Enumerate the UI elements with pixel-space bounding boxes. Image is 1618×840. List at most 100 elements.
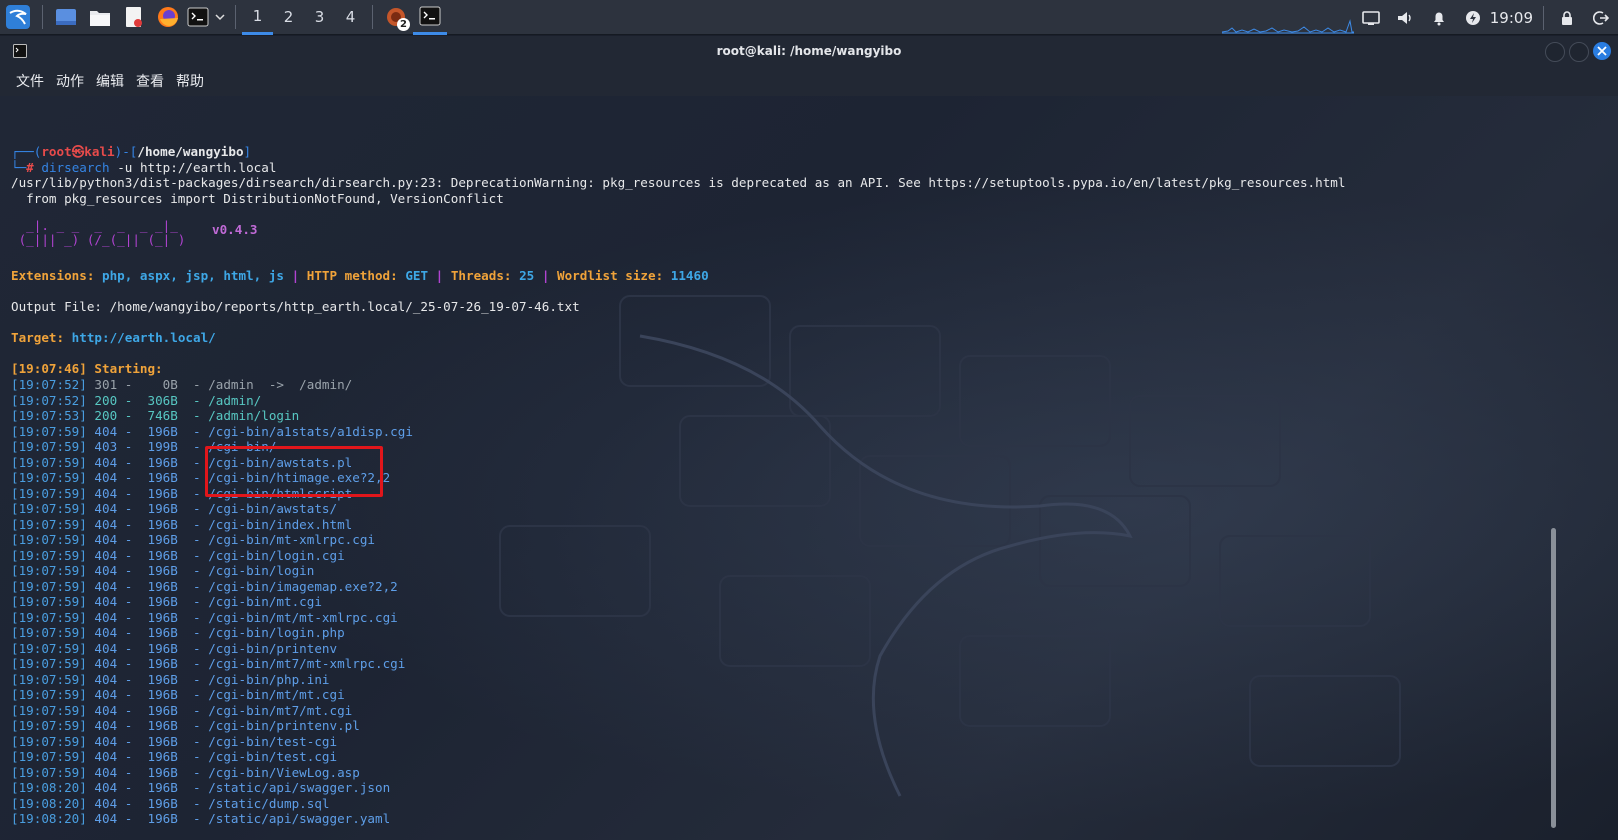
- menu-actions[interactable]: 动作: [56, 71, 84, 91]
- menu-file[interactable]: 文件: [16, 71, 44, 91]
- config-threads: 25: [519, 268, 535, 283]
- result-dash: -: [117, 795, 140, 811]
- workspace-1[interactable]: 1: [242, 0, 273, 35]
- result-time: [19:07:59]: [11, 501, 87, 516]
- result-path: /cgi-bin/printenv.pl: [208, 718, 360, 733]
- result-code: 404: [94, 764, 118, 780]
- result-dash: -: [117, 656, 140, 671]
- result-dash: -: [117, 377, 140, 392]
- result-dash: -: [177, 640, 209, 656]
- result-row: [19:08:20] 404 - 196B - /static/dump.sql: [11, 796, 330, 812]
- result-size: 196B: [139, 563, 178, 578]
- maximize-button[interactable]: [1569, 42, 1589, 62]
- result-dash: -: [177, 578, 209, 594]
- result-dash: -: [117, 532, 140, 547]
- result-time: [19:07:59]: [11, 609, 87, 625]
- result-dash: -: [177, 377, 209, 392]
- result-size: 196B: [139, 532, 178, 547]
- result-row: [19:07:59] 404 - 196B - /cgi-bin/mt-xmlr…: [11, 532, 375, 548]
- result-time: [19:07:59]: [11, 733, 87, 749]
- command-args: -u http://earth.local: [109, 160, 277, 175]
- notifications-bell-icon[interactable]: [1422, 0, 1456, 35]
- clock[interactable]: 19:09: [1490, 9, 1537, 27]
- result-time: [19:07:59]: [11, 578, 87, 594]
- result-size: 196B: [139, 454, 178, 470]
- menu-view[interactable]: 查看: [136, 71, 164, 91]
- workspace-3[interactable]: 3: [304, 0, 335, 35]
- result-dash: -: [117, 764, 140, 780]
- result-time: [19:07:59]: [11, 532, 87, 547]
- config-line: Extensions: php, aspx, jsp, html, js | H…: [11, 268, 709, 283]
- window-titlebar[interactable]: root@kali: /home/wangyibo: [0, 36, 1618, 66]
- chevron-down-icon[interactable]: [211, 0, 229, 35]
- result-time: [19:07:53]: [11, 408, 87, 423]
- result-size: 196B: [139, 547, 178, 563]
- result-dash: -: [177, 687, 209, 702]
- show-desktop-icon[interactable]: [49, 0, 83, 35]
- result-path: /admin/: [208, 392, 262, 408]
- highlight-box: [205, 446, 383, 497]
- result-dash: -: [117, 578, 140, 594]
- workspace-4[interactable]: 4: [335, 0, 366, 35]
- result-row: [19:07:59] 404 - 196B - /cgi-bin/a1stats…: [11, 424, 413, 440]
- result-code: 404: [94, 687, 118, 702]
- logout-icon[interactable]: [1584, 0, 1618, 35]
- lock-icon[interactable]: [1550, 0, 1584, 35]
- result-path: /cgi-bin/ViewLog.asp: [208, 764, 360, 780]
- terminal-window: root@kali: /home/wangyibo 文件 动作 编辑 查看 帮助: [0, 36, 1618, 840]
- result-dash: -: [177, 439, 209, 454]
- result-size: 196B: [139, 811, 178, 826]
- result-size: 199B: [139, 439, 178, 454]
- result-code: 404: [94, 563, 118, 578]
- result-time: [19:07:52]: [11, 392, 87, 408]
- result-time: [19:08:20]: [11, 795, 87, 811]
- result-dash: -: [177, 609, 209, 625]
- result-dash: -: [177, 563, 209, 578]
- result-code: 404: [94, 578, 118, 594]
- volume-icon[interactable]: [1388, 0, 1422, 35]
- result-dash: -: [177, 408, 209, 423]
- scrollbar[interactable]: [1551, 528, 1556, 828]
- panel-separator: [372, 5, 373, 29]
- text-editor-icon[interactable]: [117, 0, 151, 35]
- result-path: /cgi-bin/login.cgi: [208, 547, 345, 563]
- result-row: [19:07:59] 404 - 196B - /cgi-bin/mt/mt-x…: [11, 610, 398, 626]
- result-code: 404: [94, 532, 118, 547]
- result-dash: -: [117, 609, 140, 625]
- file-manager-icon[interactable]: [83, 0, 117, 35]
- result-size: 0B: [139, 377, 178, 392]
- close-button[interactable]: [1593, 42, 1611, 60]
- window-terminal-icon[interactable]: [13, 44, 27, 58]
- result-path: /admin/login: [208, 408, 300, 423]
- taskbar-app-terminal[interactable]: [413, 0, 447, 35]
- result-time: [19:07:59]: [11, 625, 87, 640]
- menu-help[interactable]: 帮助: [176, 71, 204, 91]
- panel-separator: [1543, 5, 1544, 30]
- result-size: 196B: [139, 470, 178, 485]
- result-code: 404: [94, 470, 118, 485]
- result-size: 196B: [139, 795, 178, 811]
- result-dash: -: [177, 454, 209, 470]
- minimize-button[interactable]: [1545, 42, 1565, 62]
- terminal-output[interactable]: ┌──(root㉿kali)-[/home/wangyibo] └─# dirs…: [0, 96, 1618, 840]
- power-manager-icon[interactable]: [1456, 0, 1490, 35]
- kali-menu-icon[interactable]: [0, 0, 36, 35]
- result-dash: -: [117, 501, 140, 516]
- display-icon[interactable]: [1354, 0, 1388, 35]
- result-row: [19:07:52] 200 - 306B - /admin/: [11, 393, 261, 409]
- terminal-launcher-icon[interactable]: [185, 0, 211, 35]
- result-dash: -: [117, 625, 140, 640]
- taskbar-app-burp[interactable]: 2: [379, 0, 413, 35]
- menu-edit[interactable]: 编辑: [96, 71, 124, 91]
- result-time: [19:07:59]: [11, 563, 87, 578]
- result-dash: -: [117, 485, 140, 501]
- result-dash: -: [177, 423, 209, 439]
- result-code: 404: [94, 454, 118, 470]
- result-row: [19:07:59] 404 - 196B - /cgi-bin/login: [11, 563, 314, 579]
- firefox-icon[interactable]: [151, 0, 185, 35]
- workspace-2[interactable]: 2: [273, 0, 304, 35]
- result-dash: -: [117, 423, 140, 439]
- result-size: 196B: [139, 485, 178, 501]
- result-path: /cgi-bin/imagemap.exe?2,2: [208, 578, 398, 594]
- result-dash: -: [117, 671, 140, 687]
